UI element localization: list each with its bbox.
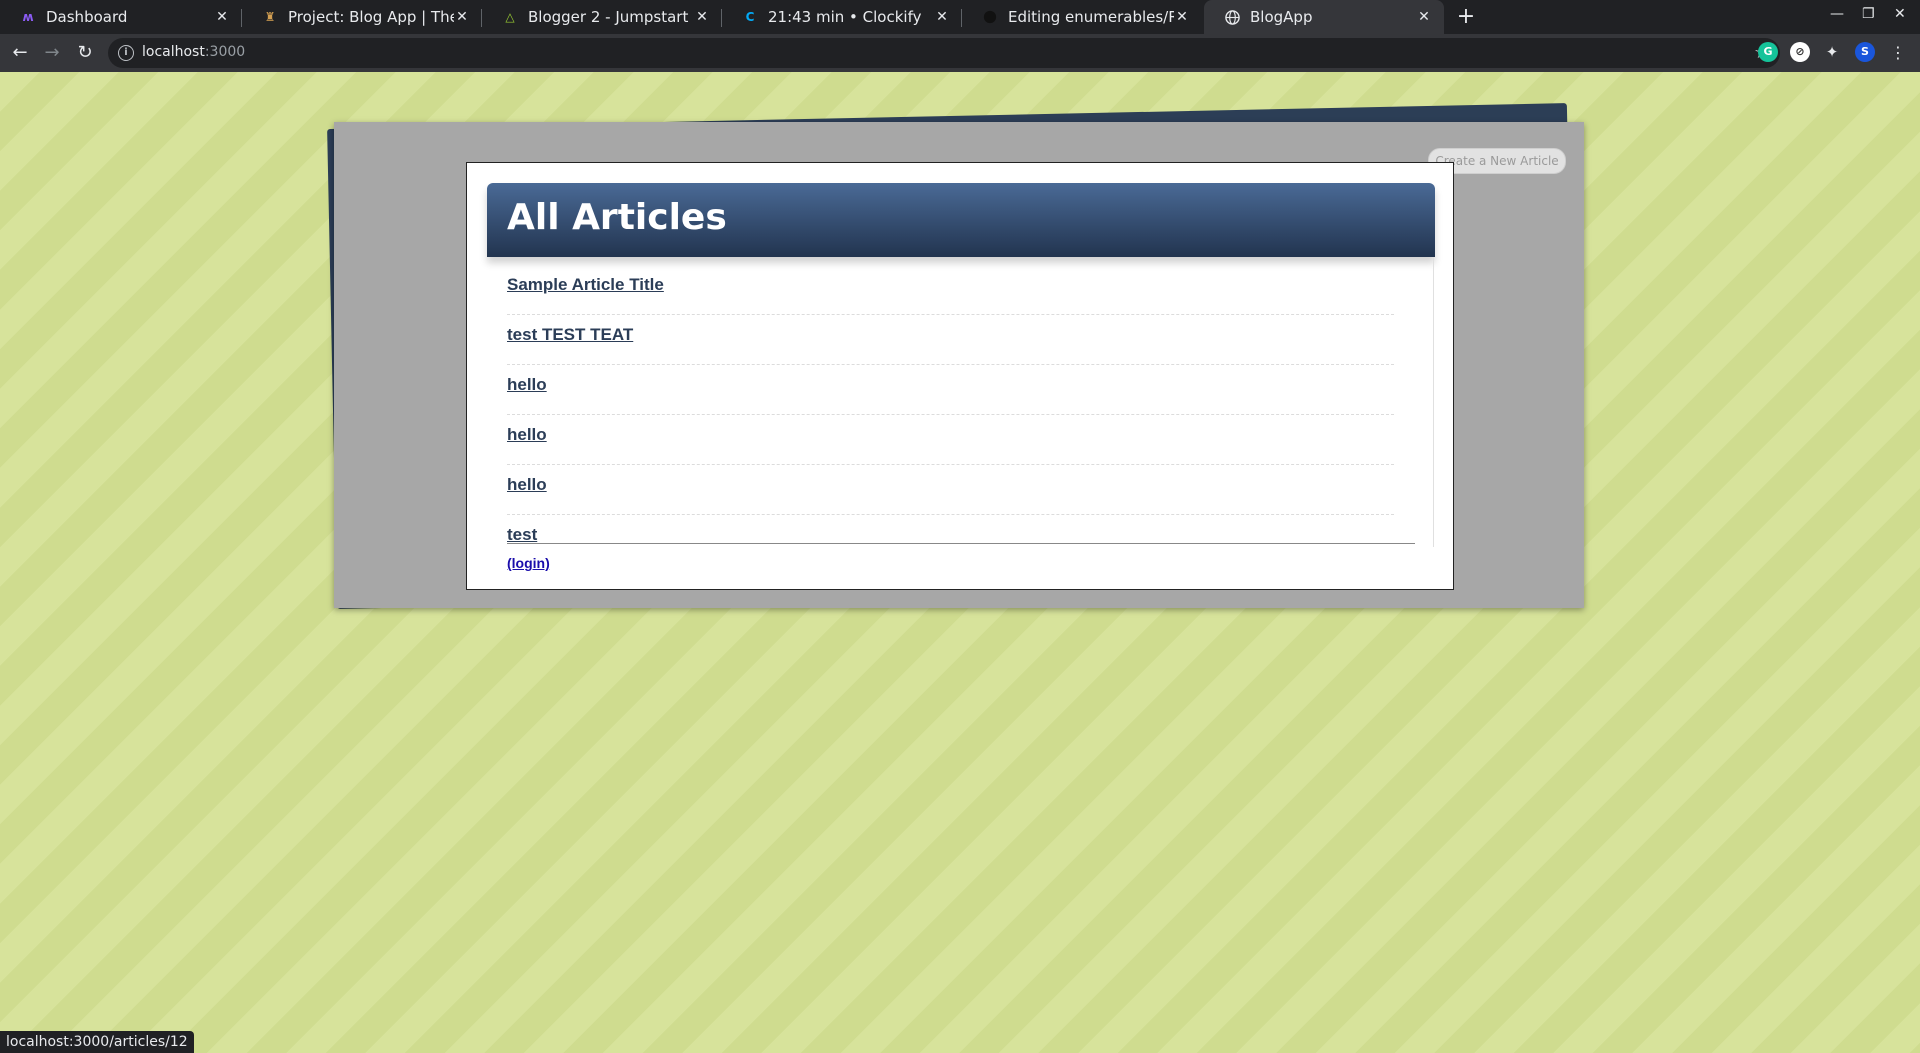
- back-icon[interactable]: ←: [10, 43, 30, 63]
- tab-title: Blogger 2 - Jumpstart Lab: [528, 8, 694, 26]
- tab-github[interactable]: Editing enumerables/REA ✕: [962, 0, 1202, 34]
- site-info-icon[interactable]: i: [118, 45, 134, 61]
- tab-title: Editing enumerables/REA: [1008, 8, 1174, 26]
- list-item: test: [507, 515, 1394, 565]
- extensions-icon[interactable]: ✦: [1822, 42, 1842, 62]
- panel-divider: [1433, 257, 1434, 547]
- tab-odin-project[interactable]: ♜ Project: Blog App | The Od ✕: [242, 0, 482, 34]
- tab-title: Project: Blog App | The Od: [288, 8, 454, 26]
- menu-kebab-icon[interactable]: ⋮: [1888, 43, 1908, 63]
- login-link[interactable]: (login): [507, 555, 550, 571]
- list-bottom-rule: [507, 543, 1415, 544]
- list-item: test TEST TEAT: [507, 315, 1394, 365]
- page-header: All Articles: [487, 183, 1435, 257]
- window-close-icon[interactable]: ✕: [1894, 6, 1906, 22]
- tab-strip: ʍ Dashboard ✕ ♜ Project: Blog App | The …: [0, 0, 1920, 34]
- tab-blogapp[interactable]: BlogApp ✕: [1204, 0, 1444, 34]
- reload-icon[interactable]: ↻: [75, 43, 95, 63]
- clockify-icon: C: [745, 10, 755, 24]
- close-icon[interactable]: ✕: [454, 9, 470, 25]
- page-background: Create a New Article All Articles Sample…: [0, 72, 1920, 1053]
- list-item: hello: [507, 415, 1394, 465]
- article-link[interactable]: hello: [507, 475, 547, 495]
- new-tab-button[interactable]: +: [1454, 5, 1478, 29]
- browser-toolbar: ← → ↻ i localhost:3000 ☆ G ⊘ ✦ S ⋮: [0, 34, 1920, 73]
- close-icon[interactable]: ✕: [1416, 9, 1432, 25]
- close-icon[interactable]: ✕: [934, 9, 950, 25]
- article-link[interactable]: Sample Article Title: [507, 275, 664, 295]
- address-bar[interactable]: i localhost:3000 ☆: [108, 38, 1780, 68]
- odin-icon: ♜: [264, 10, 276, 24]
- url-text[interactable]: localhost:3000: [142, 44, 245, 60]
- close-icon[interactable]: ✕: [694, 9, 710, 25]
- minimize-icon[interactable]: —: [1830, 6, 1844, 22]
- article-link[interactable]: test TEST TEAT: [507, 325, 633, 345]
- article-link[interactable]: hello: [507, 375, 547, 395]
- article-link[interactable]: hello: [507, 425, 547, 445]
- github-icon: [982, 9, 998, 25]
- tab-title: BlogApp: [1250, 8, 1313, 26]
- status-bar-url: localhost:3000/articles/12: [0, 1031, 194, 1053]
- close-icon[interactable]: ✕: [1174, 9, 1190, 25]
- grammarly-icon[interactable]: G: [1758, 42, 1778, 62]
- globe-icon: [1224, 9, 1240, 25]
- url-port: :3000: [204, 44, 246, 60]
- article-link[interactable]: test: [507, 525, 537, 545]
- profile-avatar[interactable]: S: [1855, 42, 1875, 62]
- tab-title: Dashboard: [46, 8, 128, 26]
- tab-clockify[interactable]: C 21:43 min • Clockify ✕: [722, 0, 962, 34]
- articles-panel: All Articles Sample Article Title test T…: [466, 162, 1454, 590]
- article-list: Sample Article Title test TEST TEAT hell…: [507, 265, 1394, 565]
- dashboard-icon: ʍ: [22, 10, 34, 24]
- tab-jumpstart[interactable]: △ Blogger 2 - Jumpstart Lab ✕: [482, 0, 722, 34]
- forward-icon[interactable]: →: [42, 43, 62, 63]
- restore-icon[interactable]: ❐: [1862, 6, 1875, 22]
- color-picker-icon[interactable]: ⊘: [1790, 42, 1810, 62]
- tab-title: 21:43 min • Clockify: [768, 8, 922, 26]
- url-host: localhost: [142, 44, 205, 60]
- list-item: hello: [507, 465, 1394, 515]
- tab-dashboard[interactable]: ʍ Dashboard ✕: [0, 0, 242, 34]
- page-title: All Articles: [507, 197, 727, 238]
- close-icon[interactable]: ✕: [214, 9, 230, 25]
- list-item: Sample Article Title: [507, 265, 1394, 315]
- jumpstart-icon: △: [505, 10, 515, 24]
- list-item: hello: [507, 365, 1394, 415]
